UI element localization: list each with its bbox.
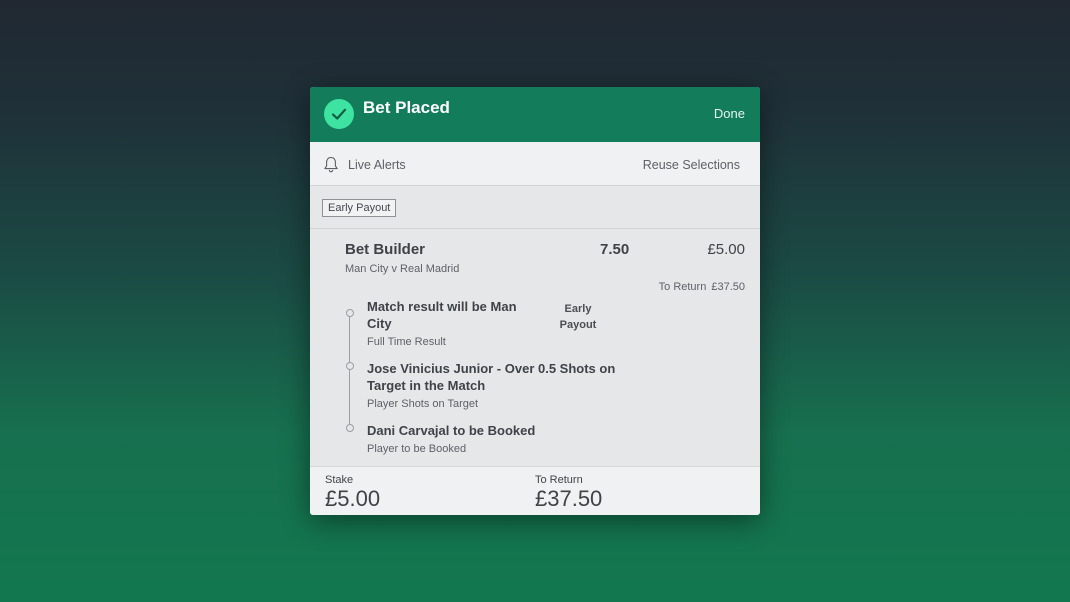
done-button[interactable]: Done [714, 106, 745, 121]
check-icon [324, 99, 354, 129]
receipt-footer: Stake £5.00 To Return £37.50 [310, 466, 760, 515]
legs-timeline [346, 309, 354, 432]
bet-stake: £5.00 [707, 241, 745, 258]
bet-receipt: Bet Placed Done Live Alerts Reuse Select… [310, 87, 760, 515]
timeline-dot [346, 424, 354, 432]
return-value: £37.50 [535, 486, 603, 511]
leg-title: Match result will be Man City [367, 298, 517, 332]
leg-item: Jose Vinicius Junior - Over 0.5 Shots on… [367, 360, 615, 410]
early-payout-label: Early Payout [556, 301, 600, 333]
to-return-label: To Return [658, 281, 707, 293]
leg-title: Jose Vinicius Junior - Over 0.5 Shots on… [367, 360, 615, 394]
stake-value: £5.00 [325, 486, 381, 511]
leg-item: Match result will be Man City Full Time … [367, 298, 517, 348]
reuse-selections-button[interactable]: Reuse Selections [643, 158, 740, 172]
return-label: To Return [535, 474, 583, 486]
timeline-dot [346, 362, 354, 370]
bet-name: Bet Builder [345, 241, 426, 258]
leg-title-line: Target in the Match [367, 378, 486, 393]
tag-row: Early Payout [310, 186, 760, 229]
leg-market: Player Shots on Target [367, 398, 479, 410]
live-alerts-link[interactable]: Live Alerts [348, 158, 406, 172]
leg-title: Dani Carvajal to be Booked [367, 423, 536, 438]
leg-market: Player to be Booked [367, 443, 467, 455]
leg-title-line: City [367, 316, 392, 331]
bet-odds: 7.50 [600, 241, 630, 258]
stake-label: Stake [325, 474, 354, 486]
leg-market: Full Time Result [367, 336, 446, 348]
alerts-bar: Live Alerts Reuse Selections [310, 142, 760, 186]
bell-icon[interactable] [323, 156, 339, 178]
bet-event: Man City v Real Madrid [345, 263, 460, 275]
timeline-dot [346, 309, 354, 317]
early-payout-label-line: Early [564, 303, 592, 315]
leg-item: Dani Carvajal to be Booked Player to be … [367, 422, 535, 455]
early-payout-label-line: Payout [559, 319, 597, 331]
timeline-line [349, 314, 350, 428]
header-title: Bet Placed [363, 98, 450, 117]
leg-title-line: Match result will be Man [367, 299, 517, 314]
leg-title-line: Jose Vinicius Junior - Over 0.5 Shots on [367, 361, 616, 376]
bet-to-return: To Return £37.50 [659, 281, 745, 293]
to-return-value: £37.50 [711, 281, 745, 293]
receipt-header: Bet Placed Done [310, 87, 760, 142]
early-payout-badge: Early Payout [322, 199, 397, 217]
